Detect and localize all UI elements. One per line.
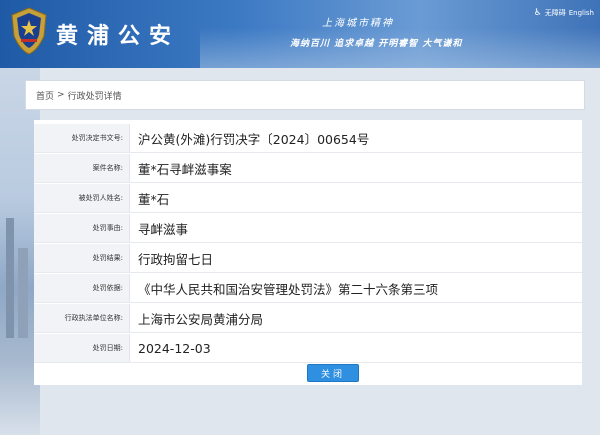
building-shape bbox=[18, 248, 28, 338]
detail-row-case-name: 案件名称: 董*石寻衅滋事案 bbox=[34, 154, 582, 183]
detail-value: 董*石寻衅滋事案 bbox=[138, 161, 232, 177]
detail-label: 被处罚人姓名: bbox=[34, 184, 130, 212]
site-title: 黄浦公安 bbox=[56, 23, 181, 49]
detail-label: 处罚事由: bbox=[34, 214, 130, 242]
detail-value: 2024-12-03 bbox=[138, 340, 211, 356]
police-emblem-icon bbox=[11, 7, 47, 55]
close-button[interactable]: 关闭 bbox=[307, 364, 359, 382]
accessibility-link[interactable]: 无障碍 bbox=[545, 8, 566, 18]
detail-label: 处罚依据: bbox=[34, 274, 130, 302]
detail-row-date: 处罚日期: 2024-12-03 bbox=[34, 334, 582, 363]
detail-label: 行政执法单位名称: bbox=[34, 304, 130, 332]
detail-row-legal-basis: 处罚依据: 《中华人民共和国治安管理处罚法》第二十六条第三项 bbox=[34, 274, 582, 303]
site-header: 黄浦公安 上海城市精神 海纳百川 追求卓越 开明睿智 大气谦和 ♿ 无障碍 En… bbox=[0, 0, 600, 68]
breadcrumb-current: 行政处罚详情 bbox=[67, 91, 122, 102]
detail-row-document-number: 处罚决定书文号: 沪公黄(外滩)行罚决字〔2024〕00654号 bbox=[34, 124, 582, 153]
detail-row-person-name: 被处罚人姓名: 董*石 bbox=[34, 184, 582, 213]
breadcrumb-separator: > bbox=[57, 90, 65, 100]
detail-value: 《中华人民共和国治安管理处罚法》第二十六条第三项 bbox=[138, 281, 439, 297]
detail-label: 案件名称: bbox=[34, 154, 130, 182]
detail-label: 处罚结果: bbox=[34, 244, 130, 272]
detail-value: 寻衅滋事 bbox=[138, 221, 189, 237]
detail-row-result: 处罚结果: 行政拘留七日 bbox=[34, 244, 582, 273]
breadcrumb: 首页 > 行政处罚详情 bbox=[25, 80, 585, 110]
language-link[interactable]: English bbox=[569, 9, 594, 17]
breadcrumb-home-link[interactable]: 首页 bbox=[36, 89, 54, 102]
detail-label: 处罚决定书文号: bbox=[34, 124, 130, 152]
detail-value: 沪公黄(外滩)行罚决字〔2024〕00654号 bbox=[138, 131, 370, 147]
building-shape bbox=[6, 218, 14, 338]
header-tools: ♿ 无障碍 English bbox=[534, 8, 594, 18]
slogan-text: 海纳百川 追求卓越 开明睿智 大气谦和 bbox=[290, 39, 463, 49]
detail-value: 上海市公安局黄浦分局 bbox=[138, 311, 264, 327]
penalty-detail-table: 处罚决定书文号: 沪公黄(外滩)行罚决字〔2024〕00654号 案件名称: 董… bbox=[34, 120, 582, 385]
detail-row-agency: 行政执法单位名称: 上海市公安局黄浦分局 bbox=[34, 304, 582, 333]
detail-row-reason: 处罚事由: 寻衅滋事 bbox=[34, 214, 582, 243]
detail-value: 行政拘留七日 bbox=[138, 251, 214, 267]
detail-value: 董*石 bbox=[138, 191, 170, 207]
detail-label: 处罚日期: bbox=[34, 334, 130, 362]
slogan-heading: 上海城市精神 bbox=[322, 18, 394, 29]
accessibility-icon[interactable]: ♿ bbox=[534, 8, 542, 18]
